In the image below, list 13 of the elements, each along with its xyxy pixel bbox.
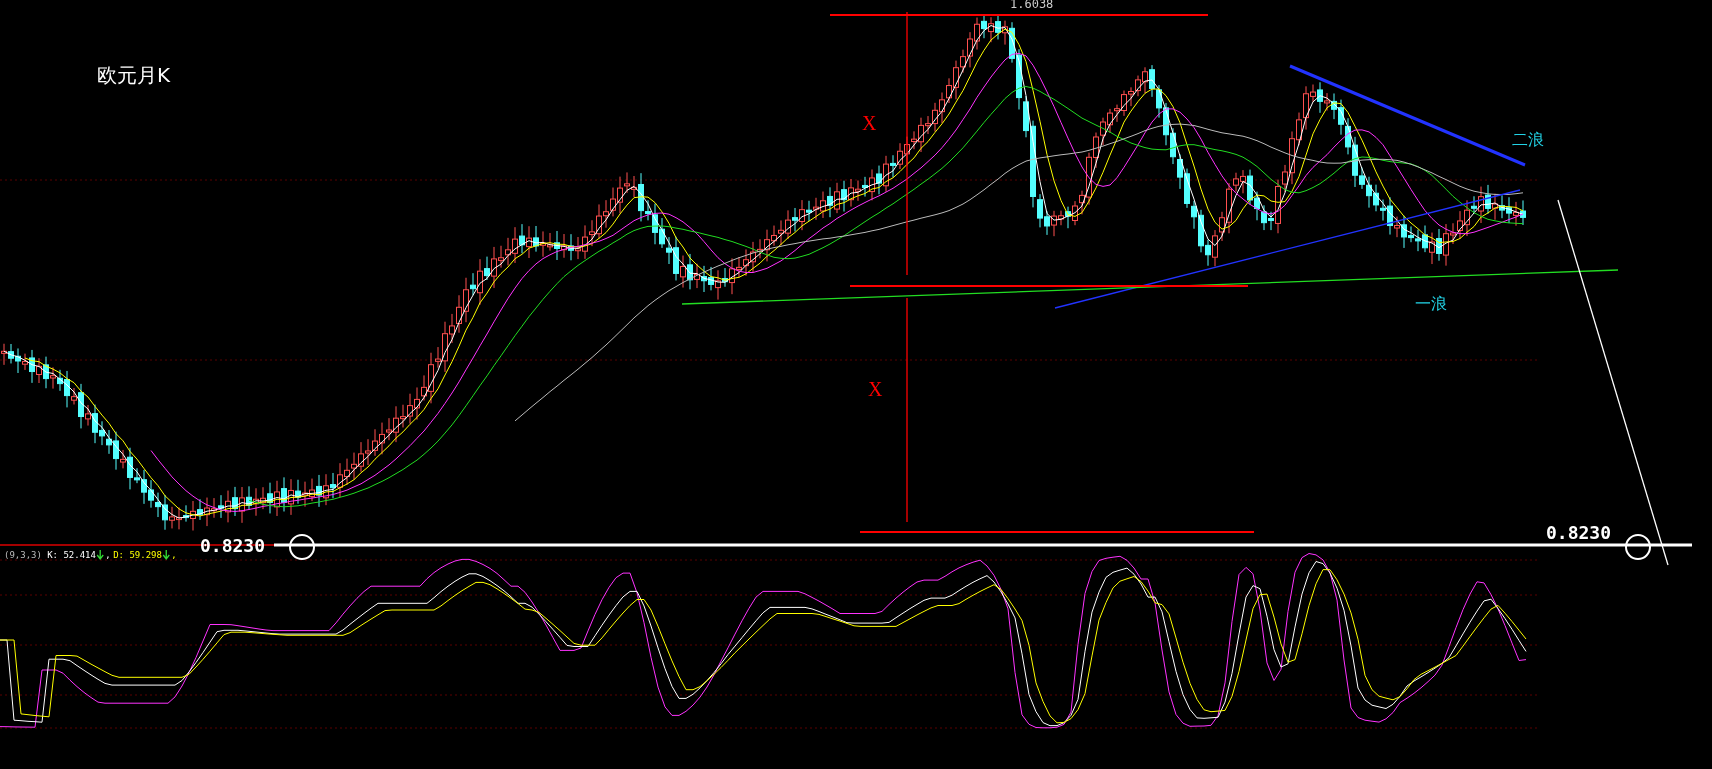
measure-mark: X — [868, 378, 883, 400]
indicator-separator: , — [105, 550, 111, 560]
price-label: 0.8230 — [1546, 522, 1612, 543]
wave-label: 二浪 — [1512, 130, 1544, 149]
indicator-params: (9,3,3) — [4, 550, 42, 560]
indicator-separator: , — [171, 550, 177, 560]
indicator-value: D: 59.298 — [113, 550, 162, 560]
wave-label: 一浪 — [1415, 294, 1447, 313]
chart-title: 欧元月K — [97, 63, 171, 87]
arrow-down-icon — [162, 549, 170, 561]
arrow-down-icon — [96, 549, 104, 561]
measure-mark: X — [862, 112, 877, 134]
indicator-value: K: 52.414 — [47, 550, 96, 560]
